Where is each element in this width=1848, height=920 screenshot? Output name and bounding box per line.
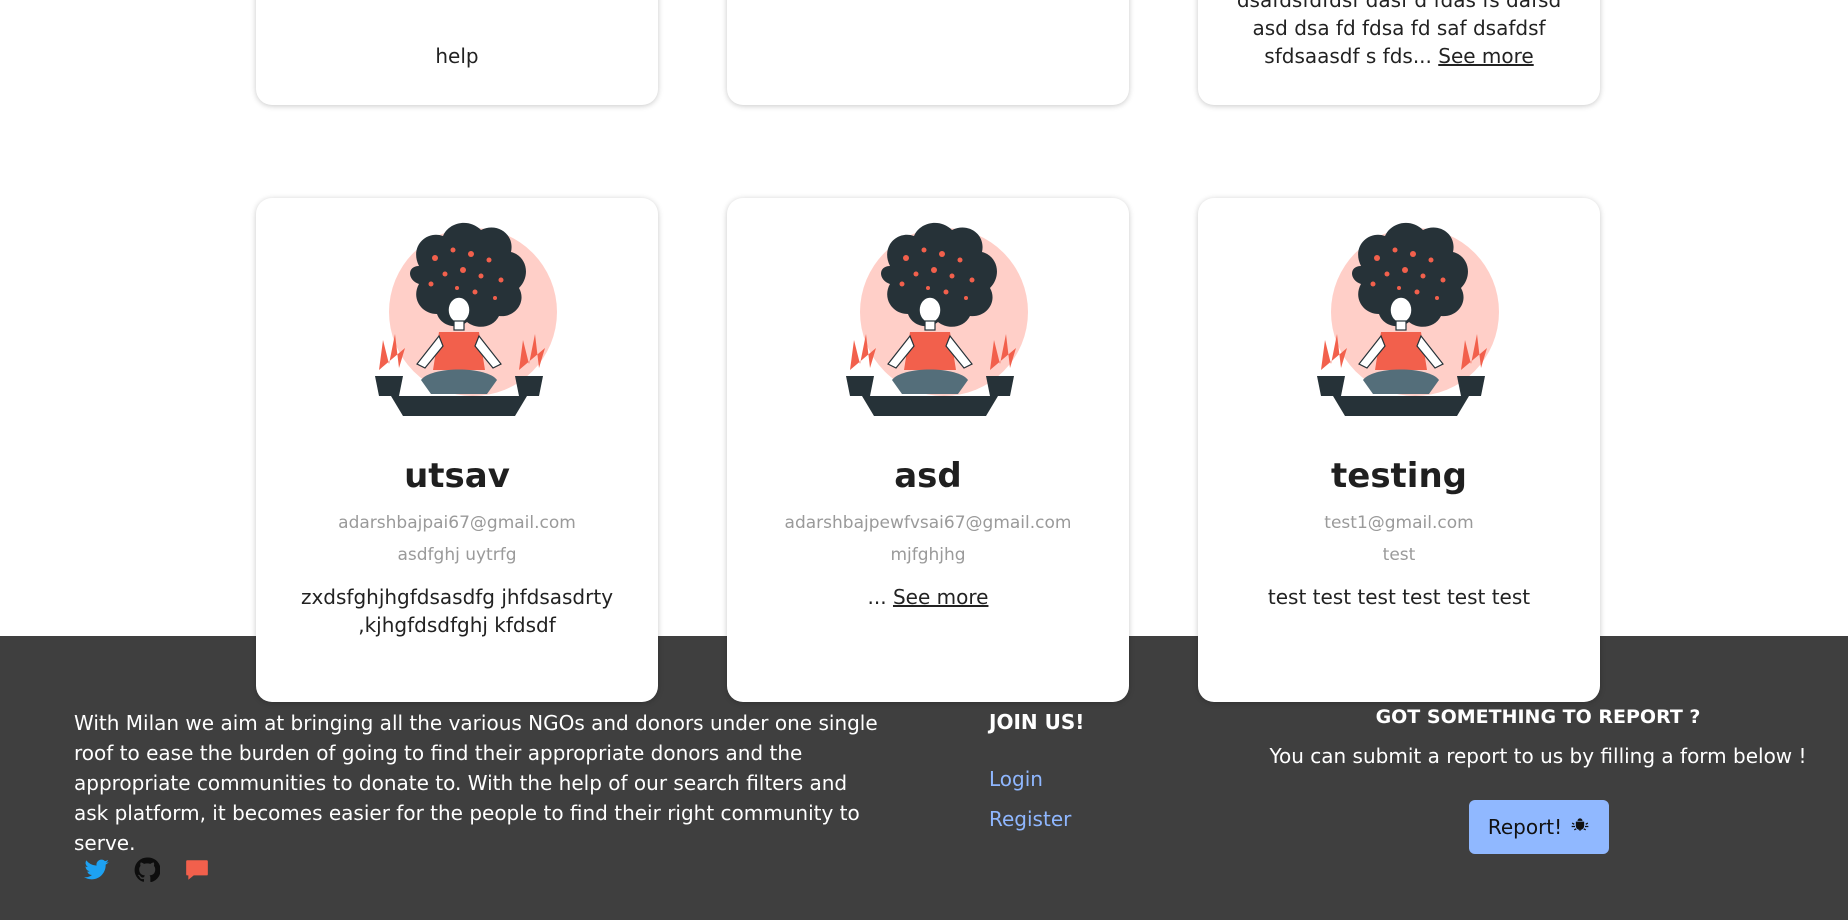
report-button-label: Report! (1487, 815, 1563, 839)
card-name: testing (1331, 456, 1467, 496)
card-description-text: test test test test test test (1267, 585, 1531, 609)
social-links (84, 857, 210, 883)
profile-card[interactable]: testing test1@gmail.com test test test t… (1198, 198, 1600, 702)
card-description-text: zxdsfghjhgfdsasdfg jhfdsasdrty ,kjhgfdsd… (300, 585, 614, 637)
profile-card[interactable]: dsafdsfdfdsf dasf d fdas fs dafsd asd ds… (1198, 0, 1600, 105)
card-subtitle: asdfghj uytrfg (397, 545, 517, 565)
footer-about-text: With Milan we aim at bringing all the va… (74, 711, 878, 855)
card-description: ... See more (757, 583, 1099, 611)
register-link[interactable]: Register (989, 807, 1071, 831)
card-description: zxdsfghjhgfdsasdfg jhfdsasdrty ,kjhgfdsd… (286, 583, 628, 639)
card-name: utsav (404, 456, 510, 496)
see-more-link[interactable]: See more (1438, 44, 1533, 68)
card-description: help (276, 42, 638, 70)
profile-card[interactable] (727, 0, 1129, 105)
chat-icon[interactable] (184, 857, 210, 883)
meditation-illustration (1317, 222, 1499, 416)
card-email: adarshbajpewfvsai67@gmail.com (784, 513, 1072, 533)
meditation-illustration (375, 222, 557, 416)
report-description: You can submit a report to us by filling… (1269, 744, 1807, 768)
card-description: test test test test test test (1228, 583, 1570, 611)
meditation-illustration (846, 222, 1028, 416)
card-description-text: help (435, 44, 479, 68)
card-subtitle: mjfghjhg (890, 545, 966, 565)
card-subtitle: test (1382, 545, 1416, 565)
card-email: test1@gmail.com (1324, 513, 1474, 533)
join-us-heading: JOIN US! (989, 710, 1085, 734)
card-email: adarshbajpai67@gmail.com (338, 513, 576, 533)
card-name: asd (894, 456, 962, 496)
report-button[interactable]: Report! (1469, 800, 1609, 854)
report-heading: GOT SOMETHING TO REPORT ? (1375, 706, 1701, 728)
twitter-icon[interactable] (84, 857, 110, 883)
see-more-link[interactable]: See more (893, 585, 988, 609)
profile-card[interactable]: help (256, 0, 658, 105)
login-link[interactable]: Login (989, 767, 1043, 791)
github-icon[interactable] (134, 857, 161, 883)
card-description-text: ... (867, 585, 887, 609)
card-description: dsafdsfdfdsf dasf d fdas fs dafsd asd ds… (1218, 0, 1580, 70)
profile-card[interactable]: asd adarshbajpewfvsai67@gmail.com mjfghj… (727, 198, 1129, 702)
bug-icon (1570, 815, 1590, 840)
profile-card[interactable]: utsav adarshbajpai67@gmail.com asdfghj u… (256, 198, 658, 702)
